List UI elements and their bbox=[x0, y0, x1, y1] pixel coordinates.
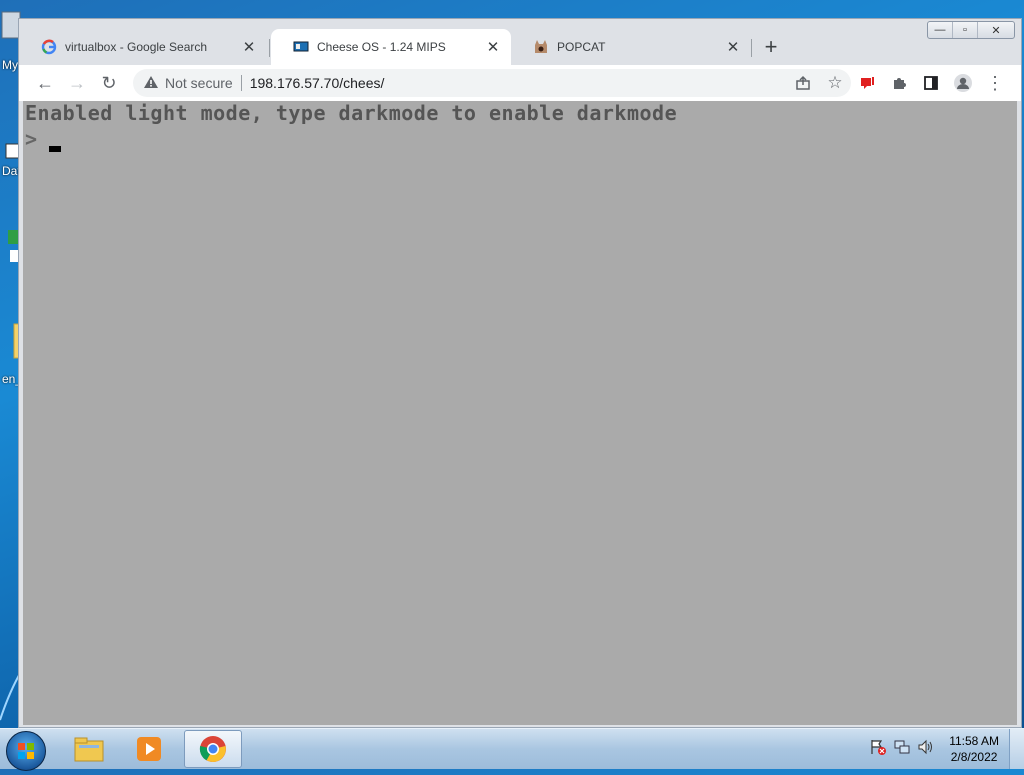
windows-logo-icon bbox=[18, 743, 34, 759]
tab-title: virtualbox - Google Search bbox=[65, 40, 208, 54]
url-text[interactable]: 198.176.57.70/chees/ bbox=[250, 75, 385, 91]
clock-date: 2/8/2022 bbox=[950, 750, 998, 764]
address-bar[interactable]: Not secure 198.176.57.70/chees/ ☆ bbox=[133, 69, 851, 97]
tab-separator bbox=[751, 39, 752, 57]
browser-window: virtualbox - Google Search ✕ Cheese OS -… bbox=[18, 18, 1022, 728]
tab-strip: virtualbox - Google Search ✕ Cheese OS -… bbox=[19, 19, 1021, 65]
close-window-button[interactable]: ✕ bbox=[977, 22, 1014, 38]
folder-icon bbox=[74, 737, 104, 762]
star-bookmark-icon[interactable]: ☆ bbox=[819, 69, 851, 97]
prompt-caret: > bbox=[25, 127, 38, 151]
menu-kebab-icon[interactable]: ⋮ bbox=[979, 69, 1011, 97]
side-panel-icon[interactable] bbox=[915, 69, 947, 97]
taskbar-media-player[interactable] bbox=[120, 730, 178, 768]
browser-toolbar: ← → ↻ Not secure 198.176.57.70/chees/ ☆ bbox=[19, 65, 1021, 101]
close-icon[interactable]: ✕ bbox=[485, 38, 501, 56]
tab-virtualbox-search[interactable]: virtualbox - Google Search ✕ bbox=[19, 29, 267, 65]
network-icon[interactable] bbox=[893, 738, 911, 761]
text-cursor bbox=[49, 146, 61, 152]
maximize-button[interactable]: ▫ bbox=[952, 22, 977, 38]
start-button[interactable] bbox=[6, 731, 46, 771]
taskbar-explorer[interactable] bbox=[60, 730, 118, 768]
toolbar-extensions: ⋮ bbox=[851, 69, 1011, 97]
system-tray: 11:58 AM 2/8/2022 bbox=[869, 729, 1024, 769]
terminal-message: Enabled light mode, type darkmode to ena… bbox=[25, 101, 678, 125]
security-status[interactable]: Not secure bbox=[165, 75, 233, 91]
desktop-label-1: My bbox=[2, 58, 18, 72]
computer-icon bbox=[293, 39, 309, 55]
google-g-icon bbox=[41, 39, 57, 55]
chrome-icon bbox=[199, 736, 226, 762]
popcat-icon bbox=[533, 39, 549, 55]
close-icon[interactable]: ✕ bbox=[725, 38, 741, 56]
puzzle-extensions-icon[interactable] bbox=[883, 69, 915, 97]
back-button[interactable]: ← bbox=[29, 69, 61, 97]
tab-popcat[interactable]: POPCAT ✕ bbox=[511, 29, 751, 65]
forward-button[interactable]: → bbox=[61, 69, 93, 97]
close-icon[interactable]: ✕ bbox=[241, 38, 257, 56]
tab-title: Cheese OS - 1.24 MIPS bbox=[317, 40, 446, 54]
extension-red-icon[interactable] bbox=[851, 69, 883, 97]
terminal-content[interactable]: Enabled light mode, type darkmode to ena… bbox=[23, 101, 1017, 725]
omnibox-actions: ☆ bbox=[787, 69, 851, 97]
taskbar: 11:58 AM 2/8/2022 bbox=[0, 728, 1024, 771]
clock-time: 11:58 AM bbox=[949, 734, 999, 748]
minimize-button[interactable]: — bbox=[928, 22, 952, 38]
volume-icon[interactable] bbox=[917, 738, 935, 761]
show-desktop-button[interactable] bbox=[1009, 729, 1024, 769]
taskbar-chrome[interactable] bbox=[184, 730, 242, 768]
clock[interactable]: 11:58 AM 2/8/2022 bbox=[949, 733, 999, 765]
tab-cheese-os[interactable]: Cheese OS - 1.24 MIPS ✕ bbox=[271, 29, 511, 65]
new-tab-button[interactable]: + bbox=[757, 35, 785, 59]
profile-avatar-icon[interactable] bbox=[947, 69, 979, 97]
omnibox-divider bbox=[240, 75, 242, 91]
window-controls: — ▫ ✕ bbox=[927, 21, 1015, 39]
share-icon[interactable] bbox=[787, 69, 819, 97]
tab-title: POPCAT bbox=[557, 40, 606, 54]
reload-button[interactable]: ↻ bbox=[93, 69, 125, 97]
action-center-flag-icon[interactable] bbox=[869, 738, 887, 761]
media-player-icon bbox=[137, 737, 161, 761]
tab-separator bbox=[269, 39, 270, 57]
warning-triangle-icon[interactable] bbox=[143, 75, 159, 92]
